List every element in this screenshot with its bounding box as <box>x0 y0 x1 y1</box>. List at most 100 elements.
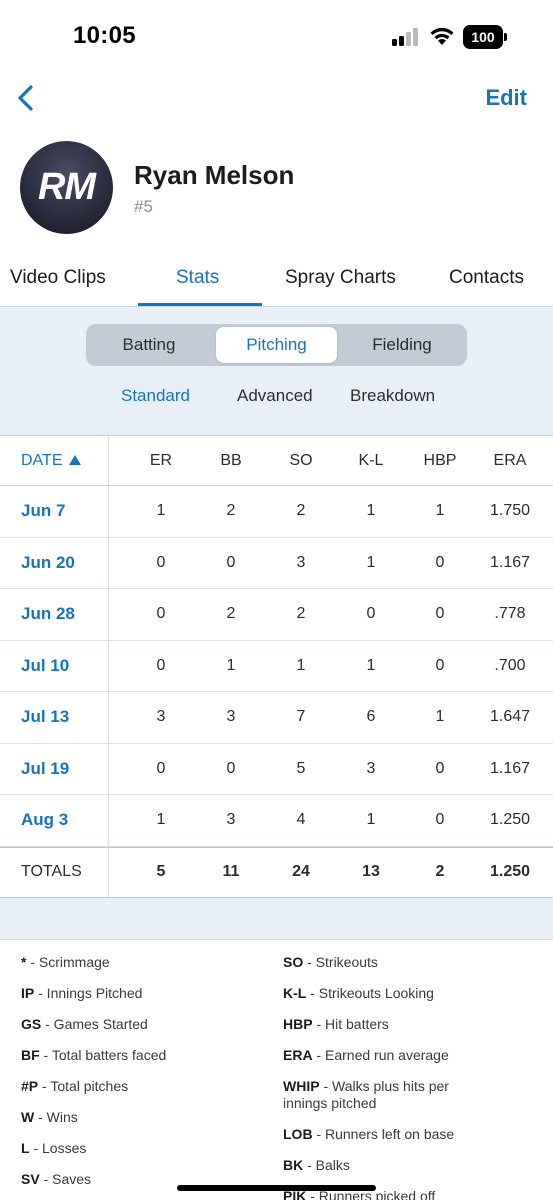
tab-stats[interactable]: Stats <box>176 267 219 289</box>
segment-pitching[interactable]: Pitching <box>216 327 337 363</box>
legend-description: - Wins <box>34 1109 78 1125</box>
cell-bb: 0 <box>226 759 236 777</box>
totals-row: TOTALS 5 11 24 13 2 1.250 <box>0 846 553 898</box>
column-header-k-l[interactable]: K-L <box>340 436 402 485</box>
column-header-era[interactable]: ERA <box>475 436 545 485</box>
cell-so: 5 <box>296 759 306 777</box>
cell-er: 0 <box>156 759 166 777</box>
avatar: RM <box>20 141 113 234</box>
cell-era: .778 <box>494 605 526 623</box>
legend-description: - Runners left on base <box>312 1126 455 1142</box>
cell-er: 1 <box>156 502 166 520</box>
sort-ascending-icon <box>69 454 82 465</box>
cell-era: 1.167 <box>489 759 531 777</box>
section-spacer <box>0 898 553 940</box>
cell-hbp: 0 <box>435 553 445 571</box>
table-row[interactable]: Jul 19 0 0 5 3 0 1.167 <box>0 743 553 795</box>
game-date-link[interactable]: Jul 13 <box>21 692 69 743</box>
cell-bb: 2 <box>226 502 236 520</box>
legend-description: - Strikeouts <box>303 954 378 970</box>
legend-abbreviation: SV <box>21 1171 40 1187</box>
status-bar: 10:05 100 <box>0 0 553 74</box>
cell-er: 0 <box>156 656 166 674</box>
legend-item: K-L - Strikeouts Looking <box>283 985 483 1002</box>
legend-description: - Total batters faced <box>39 1047 167 1063</box>
tab-contacts[interactable]: Contacts <box>449 267 524 289</box>
legend-description: - Scrimmage <box>26 954 110 970</box>
legend-abbreviation: L <box>21 1140 30 1156</box>
legend-description: - Earned run average <box>312 1047 449 1063</box>
legend-description: - Strikeouts Looking <box>306 985 434 1001</box>
cell-era: 1.647 <box>489 708 531 726</box>
legend-item: BF - Total batters faced <box>21 1047 261 1064</box>
profile-tabs: Video Clips Stats Spray Charts Contacts <box>0 258 553 306</box>
game-date-link[interactable]: Jun 28 <box>21 589 75 640</box>
cell-so: 3 <box>296 553 306 571</box>
column-header-bb[interactable]: BB <box>200 436 262 485</box>
subtab-breakdown[interactable]: Breakdown <box>350 386 435 406</box>
totals-era: 1.250 <box>489 863 531 880</box>
legend-item: SO - Strikeouts <box>283 954 483 971</box>
legend-abbreviation: LOB <box>283 1126 313 1142</box>
cell-hbp: 0 <box>435 656 445 674</box>
totals-k-l: 13 <box>362 863 380 880</box>
game-date-link[interactable]: Jul 19 <box>21 744 69 795</box>
legend-abbreviation: K-L <box>283 985 307 1001</box>
column-header-so[interactable]: SO <box>270 436 332 485</box>
stat-view-subtabs: Standard Advanced Breakdown <box>0 386 553 410</box>
cell-hbp: 0 <box>435 605 445 623</box>
tab-spray-charts[interactable]: Spray Charts <box>285 267 396 289</box>
tab-video-clips[interactable]: Video Clips <box>10 267 106 289</box>
game-date-link[interactable]: Aug 3 <box>21 795 68 846</box>
legend-item: GS - Games Started <box>21 1016 261 1033</box>
cell-bb: 0 <box>226 553 236 571</box>
cell-so: 7 <box>296 708 306 726</box>
cell-era: 1.250 <box>489 811 531 829</box>
player-name: Ryan Melson <box>134 160 295 190</box>
totals-er: 5 <box>156 863 166 880</box>
game-date-link[interactable]: Jun 7 <box>21 486 65 537</box>
table-row[interactable]: Jul 13 3 3 7 6 1 1.647 <box>0 692 553 744</box>
table-row[interactable]: Jun 7 1 2 2 1 1 1.750 <box>0 486 553 538</box>
column-header-hbp[interactable]: HBP <box>409 436 471 485</box>
legend-item: IP - Innings Pitched <box>21 985 261 1002</box>
column-header-er[interactable]: ER <box>130 436 192 485</box>
stats-controls: Batting Pitching Fielding Standard Advan… <box>0 306 553 436</box>
legend-description: - Total pitches <box>38 1078 129 1094</box>
totals-label: TOTALS <box>21 863 82 880</box>
legend-abbreviation: BF <box>21 1047 40 1063</box>
back-chevron-icon[interactable] <box>12 80 44 116</box>
table-row[interactable]: Jul 10 0 1 1 1 0 .700 <box>0 640 553 692</box>
cell-so: 4 <box>296 811 306 829</box>
totals-so: 24 <box>292 863 310 880</box>
player-number: #5 <box>134 197 153 216</box>
battery-icon: 100 <box>463 25 507 49</box>
cell-era: 1.750 <box>489 502 531 520</box>
segment-batting[interactable]: Batting <box>90 327 208 363</box>
cell-hbp: 1 <box>435 708 445 726</box>
table-row[interactable]: Aug 3 1 3 4 1 0 1.250 <box>0 795 553 847</box>
home-indicator[interactable] <box>177 1185 376 1191</box>
cell-k-l: 1 <box>366 811 376 829</box>
legend-item: * - Scrimmage <box>21 954 261 971</box>
cell-k-l: 1 <box>366 553 376 571</box>
legend-item: L - Losses <box>21 1140 261 1157</box>
segment-fielding[interactable]: Fielding <box>341 327 463 363</box>
cell-bb: 2 <box>226 605 236 623</box>
column-header-date[interactable]: DATE <box>21 436 82 485</box>
subtab-advanced[interactable]: Advanced <box>237 386 313 406</box>
table-row[interactable]: Jun 20 0 0 3 1 0 1.167 <box>0 537 553 589</box>
cell-k-l: 1 <box>366 656 376 674</box>
cell-hbp: 0 <box>435 811 445 829</box>
subtab-standard[interactable]: Standard <box>121 386 190 406</box>
cell-so: 2 <box>296 605 306 623</box>
game-date-link[interactable]: Jun 20 <box>21 538 75 589</box>
battery-level: 100 <box>463 25 503 49</box>
edit-button[interactable]: Edit <box>485 85 527 111</box>
table-row[interactable]: Jun 28 0 2 2 0 0 .778 <box>0 589 553 641</box>
legend-abbreviation: WHIP <box>283 1078 320 1094</box>
game-date-link[interactable]: Jul 10 <box>21 641 69 692</box>
cell-er: 0 <box>156 605 166 623</box>
totals-hbp: 2 <box>435 863 445 880</box>
cell-er: 0 <box>156 553 166 571</box>
